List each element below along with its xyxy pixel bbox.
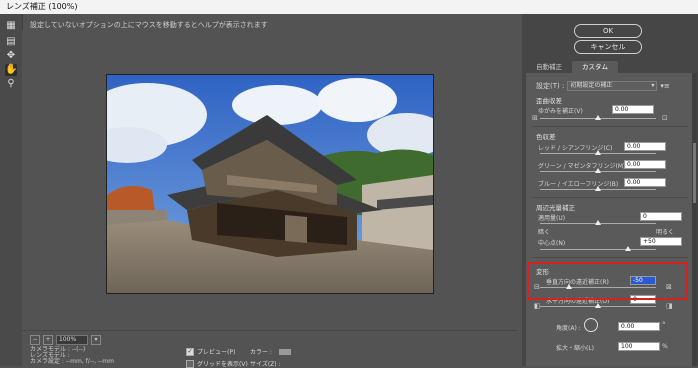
angle-field[interactable]: 0.00 [618,322,660,331]
straighten-tool-icon[interactable]: ▤ [5,36,17,48]
blue-yellow-label: ブルー / イエローフリンジ(B) [538,181,619,188]
bottom-bar: − + 100% ▾ カメラモデル : --(--) レンズモデル : カメラ設… [22,330,518,368]
horizontal-perspective-end-icon: ◨ [666,302,673,310]
settings-dropdown[interactable]: 初期設定の補正 [567,81,658,91]
custom-panel: 設定(T) : 初期設定の補正 ▾≡ 歪曲収差 ゆがみを補正(V) 0.00 ⊞… [526,73,692,366]
vignette-amount-label: 適用量(U) [538,215,566,222]
section-chromatic: 色収差 [536,133,556,141]
scale-field[interactable]: 100 [618,342,660,351]
section-geometric: 歪曲収差 [536,97,562,105]
remove-distortion-label: ゆがみを補正(V) [538,108,583,115]
camera-settings: カメラ設定 : --mm, f/--, --mm [30,358,114,365]
settings-label: 設定(T) : [536,82,565,90]
preview-image[interactable] [106,74,434,294]
preview-check-icon[interactable]: ✓ [186,347,194,356]
remove-distortion-tool-icon[interactable]: ▦ [5,20,17,32]
grid-size[interactable]: サイズ(Z) : [250,359,281,368]
settings-menu-icon[interactable]: ▾≡ [660,82,669,90]
hand-tool-icon[interactable]: ✋ [5,64,17,76]
vignette-midpoint-track[interactable] [540,249,656,250]
tab-auto-correction[interactable]: 自動補正 [526,61,572,73]
zoom-dropdown-icon[interactable]: ▾ [91,335,101,345]
zoom-out-button[interactable]: − [30,335,40,345]
window-title: レンズ補正 (100%) [6,2,78,11]
camera-info: カメラモデル : --(--) レンズモデル : カメラ設定 : --mm, f… [30,347,114,365]
scrollbar-thumb[interactable] [693,143,696,203]
vignette-midpoint-thumb[interactable] [625,246,631,251]
ok-button[interactable]: OK [574,24,642,38]
scale-label: 拡大・縮小(L) [556,345,595,352]
blue-yellow-field[interactable]: 0.00 [624,178,666,187]
grid-check-box[interactable] [186,359,194,368]
zoom-level-field[interactable]: 100% [56,335,88,345]
move-grid-tool-icon[interactable]: ✥ [5,50,17,62]
degree-icon: ° [662,321,666,329]
tab-custom[interactable]: カスタム [572,61,618,73]
vignette-amount-thumb[interactable] [595,220,601,225]
red-cyan-thumb[interactable] [595,150,601,155]
angle-dial[interactable] [584,318,598,332]
vignette-midpoint-field[interactable]: +50 [640,237,682,246]
grid-color-swatch[interactable] [278,348,291,355]
vignette-dark-label: 暗く [538,229,551,236]
distortion-end-icon: ⊡ [662,114,668,122]
show-grid-checkbox[interactable]: グリッドを表示(V) [186,359,248,368]
preview-checkbox[interactable]: ✓ プレビュー(P) [186,347,235,356]
distortion-icon: ⊞ [532,114,538,122]
divider [532,126,688,127]
highlight-box [527,262,688,300]
vignette-light-label: 明るく [656,229,675,236]
remove-distortion-field[interactable]: 0.00 [612,105,654,114]
settings-row: 設定(T) : 初期設定の補正 ▾≡ [536,81,670,91]
green-magenta-label: グリーン / マゼンタフリンジ(M) [538,163,626,170]
red-cyan-label: レッド / シアンフリンジ(C) [538,145,613,152]
help-hint: 設定していないオプションの上にマウスを移動するとヘルプが表示されます [30,21,268,29]
right-panel: OK キャンセル 自動補正 カスタム 設定(T) : 初期設定の補正 ▾≡ 歪曲… [522,14,698,366]
blue-yellow-thumb[interactable] [595,186,601,191]
zoom-tool-icon[interactable]: ⚲ [5,78,17,90]
divider [532,197,688,198]
divider [532,257,688,258]
zoom-control: − + 100% ▾ [30,335,101,345]
tab-bar: 自動補正 カスタム [526,61,618,73]
angle-label: 角度(A) : [556,325,581,332]
remove-distortion-thumb[interactable] [595,115,601,120]
red-cyan-field[interactable]: 0.00 [624,142,666,151]
grid-label: グリッドを表示(V) [197,361,248,368]
zoom-in-button[interactable]: + [43,335,53,345]
preview-label: プレビュー(P) [197,349,236,356]
cancel-button[interactable]: キャンセル [574,40,642,54]
panel-scrollbar[interactable] [692,73,697,366]
size-label: サイズ(Z) : [250,361,281,368]
horizontal-perspective-thumb[interactable] [595,303,601,308]
vignette-amount-field[interactable]: 0 [640,212,682,221]
color-label: カラー : [250,349,272,356]
tool-strip: ▦ ▤ ✥ ✋ ⚲ [0,14,23,366]
vignette-midpoint-label: 中心点(N) [538,240,566,247]
scale-unit: % [662,343,668,350]
title-bar: レンズ補正 (100%) [0,0,698,14]
section-vignette: 周辺光量補正 [536,204,575,212]
green-magenta-thumb[interactable] [595,168,601,173]
grid-color[interactable]: カラー : [250,347,291,356]
green-magenta-field[interactable]: 0.00 [624,160,666,169]
